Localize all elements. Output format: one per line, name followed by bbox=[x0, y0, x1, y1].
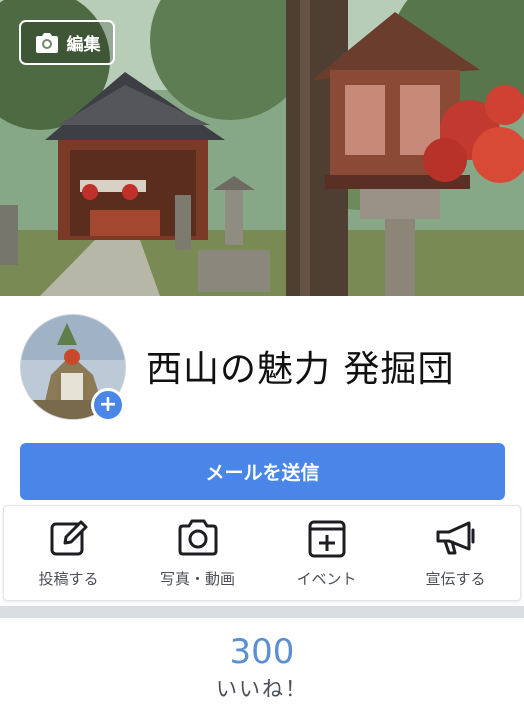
action-promote-label: 宣伝する bbox=[425, 569, 486, 588]
action-bar: 投稿する 写真・動画 イベント 宣伝する bbox=[3, 505, 521, 601]
send-email-label: メールを送信 bbox=[205, 462, 320, 484]
likes-label: いいね！ bbox=[216, 677, 308, 701]
action-event[interactable]: イベント bbox=[262, 506, 391, 600]
send-email-button[interactable]: メールを送信 bbox=[20, 443, 505, 500]
action-post[interactable]: 投稿する bbox=[4, 506, 133, 600]
compose-icon bbox=[50, 520, 87, 555]
section-divider bbox=[0, 606, 524, 618]
megaphone-icon bbox=[436, 521, 474, 554]
action-photo-video-label: 写真・動画 bbox=[159, 569, 235, 588]
likes-summary[interactable]: 300 いいね！ bbox=[0, 630, 524, 704]
action-photo-video[interactable]: 写真・動画 bbox=[133, 506, 262, 600]
edit-cover-label: 編集 bbox=[66, 35, 101, 55]
page-title: 西山の魅力 発掘団 bbox=[146, 349, 455, 390]
camera-icon bbox=[35, 32, 58, 53]
event-calendar-icon bbox=[308, 520, 345, 557]
action-event-label: イベント bbox=[296, 569, 357, 588]
edit-cover-button[interactable]: 編集 bbox=[19, 20, 115, 65]
action-post-label: 投稿する bbox=[38, 569, 99, 588]
cover-photo[interactable]: 編集 bbox=[0, 0, 524, 296]
add-profile-photo-button[interactable]: + bbox=[91, 388, 125, 422]
plus-icon: + bbox=[98, 392, 118, 417]
action-promote[interactable]: 宣伝する bbox=[391, 506, 520, 600]
camera-icon bbox=[178, 519, 217, 555]
likes-count: 300 bbox=[229, 632, 295, 672]
